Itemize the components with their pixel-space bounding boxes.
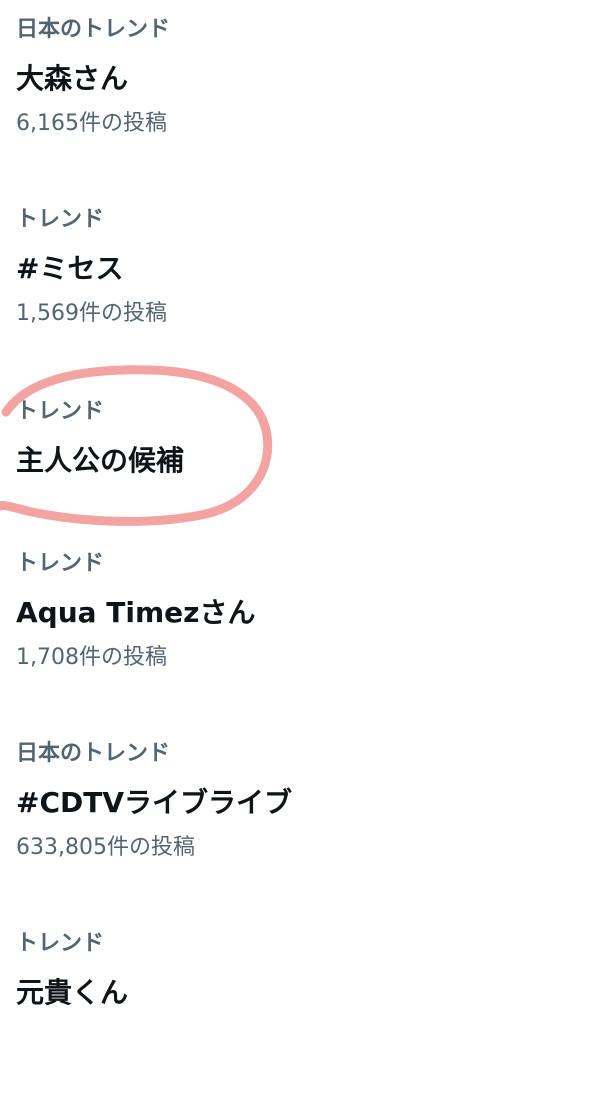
trends-list: 日本のトレンド 大森さん 6,165件の投稿 トレンド #ミセス 1,569件の…: [0, 0, 616, 1024]
trend-title: #CDTVライブライブ: [16, 786, 293, 819]
trend-item-omori-san[interactable]: 日本のトレンド 大森さん 6,165件の投稿: [0, 0, 616, 180]
trend-title: Aqua Timezさん: [16, 596, 256, 629]
trend-post-count: 1,708件の投稿: [16, 645, 167, 670]
trend-item-cdtv-live-live[interactable]: 日本のトレンド #CDTVライブライブ 633,805件の投稿: [0, 724, 616, 904]
trend-context: トレンド: [16, 551, 105, 576]
trend-title: #ミセス: [16, 252, 124, 285]
trend-context: 日本のトレンド: [16, 741, 171, 766]
trend-context: トレンド: [16, 399, 105, 424]
trend-context: 日本のトレンド: [16, 17, 171, 42]
trend-item-motoki-kun[interactable]: トレンド 元貴くん: [0, 914, 616, 1094]
trend-post-count: 633,805件の投稿: [16, 835, 195, 860]
trend-title: 元貴くん: [16, 976, 129, 1009]
trend-context: トレンド: [16, 207, 105, 232]
trend-post-count: 6,165件の投稿: [16, 111, 167, 136]
trend-item-mises[interactable]: トレンド #ミセス 1,569件の投稿: [0, 190, 616, 370]
trend-item-aqua-timez-san[interactable]: トレンド Aqua Timezさん 1,708件の投稿: [0, 534, 616, 714]
trend-title: 大森さん: [16, 62, 129, 95]
trend-title: 主人公の候補: [16, 444, 185, 477]
trend-post-count: 1,569件の投稿: [16, 301, 167, 326]
trend-context: トレンド: [16, 931, 105, 956]
